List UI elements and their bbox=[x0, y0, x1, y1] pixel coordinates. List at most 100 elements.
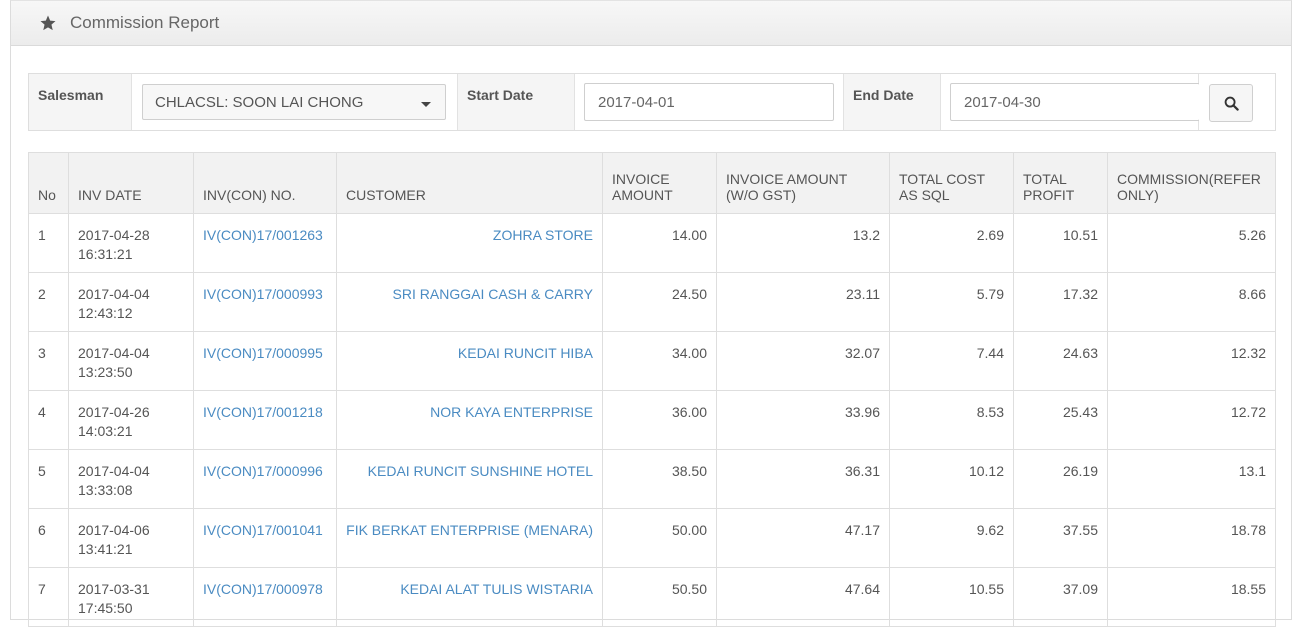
start-date-input[interactable]: 2017-04-01 bbox=[584, 83, 834, 121]
cell-commission: 18.78 bbox=[1107, 508, 1276, 568]
cell-date-time: 13:33:08 bbox=[78, 482, 133, 498]
col-total-profit-l1: TOTAL bbox=[1023, 171, 1067, 187]
cell-total-cost: 8.53 bbox=[889, 390, 1014, 450]
cell-total-cost: 5.79 bbox=[889, 272, 1014, 332]
inv-link[interactable]: IV(CON)17/000993 bbox=[193, 272, 337, 332]
salesman-select[interactable]: CHLACSL: SOON LAI CHONG bbox=[142, 84, 446, 120]
cell-no: 7 bbox=[28, 567, 69, 627]
cell-date: 2017-03-31 17:45:50 bbox=[68, 567, 194, 627]
table-row: 2 2017-04-04 12:43:12 IV(CON)17/000993 SR… bbox=[28, 272, 1276, 332]
cell-total-cost: 10.55 bbox=[889, 567, 1014, 627]
col-customer[interactable]: CUSTOMER bbox=[336, 152, 603, 214]
salesman-select-value: CHLACSL: SOON LAI CHONG bbox=[155, 94, 364, 111]
col-invoice-amount-wo-gst[interactable]: INVOICE AMOUNT (W/O GST) bbox=[716, 152, 890, 214]
salesman-label: Salesman bbox=[29, 74, 132, 130]
inv-link[interactable]: IV(CON)17/000978 bbox=[193, 567, 337, 627]
search-icon bbox=[1224, 96, 1239, 111]
cell-invoice-amount-wo-gst: 47.17 bbox=[716, 508, 890, 568]
cell-total-profit: 26.19 bbox=[1013, 449, 1108, 509]
cell-date-time: 17:45:50 bbox=[78, 600, 133, 616]
cell-invoice-amount: 50.00 bbox=[602, 508, 717, 568]
cell-invoice-amount: 34.00 bbox=[602, 331, 717, 391]
cell-date-time: 14:03:21 bbox=[78, 423, 133, 439]
filter-bar: Salesman CHLACSL: SOON LAI CHONG Start D… bbox=[28, 73, 1276, 131]
col-no[interactable]: No bbox=[28, 152, 69, 214]
table-row: 1 2017-04-28 16:31:21 IV(CON)17/001263 ZO… bbox=[28, 213, 1276, 273]
chevron-down-icon bbox=[421, 102, 431, 107]
customer-link[interactable]: NOR KAYA ENTERPRISE bbox=[336, 390, 603, 450]
cell-date-day: 2017-03-31 bbox=[78, 581, 150, 597]
table-body: 1 2017-04-28 16:31:21 IV(CON)17/001263 ZO… bbox=[28, 213, 1276, 627]
cell-date: 2017-04-04 13:33:08 bbox=[68, 449, 194, 509]
inv-link[interactable]: IV(CON)17/001041 bbox=[193, 508, 337, 568]
cell-date-time: 13:23:50 bbox=[78, 364, 133, 380]
search-cell bbox=[1199, 74, 1275, 130]
inv-link[interactable]: IV(CON)17/000996 bbox=[193, 449, 337, 509]
customer-link[interactable]: FIK BERKAT ENTERPRISE (MENARA) bbox=[336, 508, 603, 568]
cell-no: 5 bbox=[28, 449, 69, 509]
cell-commission: 5.26 bbox=[1107, 213, 1276, 273]
inv-link[interactable]: IV(CON)17/001263 bbox=[193, 213, 337, 273]
search-button[interactable] bbox=[1209, 84, 1253, 122]
cell-invoice-amount: 36.00 bbox=[602, 390, 717, 450]
cell-total-profit: 37.09 bbox=[1013, 567, 1108, 627]
cell-date: 2017-04-04 12:43:12 bbox=[68, 272, 194, 332]
table-row: 7 2017-03-31 17:45:50 IV(CON)17/000978 KE… bbox=[28, 567, 1276, 627]
cell-total-profit: 24.63 bbox=[1013, 331, 1108, 391]
end-date-input[interactable]: 2017-04-30 bbox=[950, 83, 1200, 121]
cell-invoice-amount-wo-gst: 47.64 bbox=[716, 567, 890, 627]
cell-date-day: 2017-04-04 bbox=[78, 345, 150, 361]
col-inv-no[interactable]: INV(CON) NO. bbox=[193, 152, 337, 214]
col-total-cost-l1: TOTAL COST bbox=[899, 171, 986, 187]
col-total-cost-l2: AS SQL bbox=[899, 187, 950, 203]
inv-link[interactable]: IV(CON)17/001218 bbox=[193, 390, 337, 450]
commission-table: No INV DATE INV(CON) NO. CUSTOMER INVOIC… bbox=[28, 152, 1276, 627]
cell-date: 2017-04-04 13:23:50 bbox=[68, 331, 194, 391]
customer-link[interactable]: SRI RANGGAI CASH & CARRY bbox=[336, 272, 603, 332]
table-row: 6 2017-04-06 13:41:21 IV(CON)17/001041 FI… bbox=[28, 508, 1276, 568]
cell-invoice-amount: 24.50 bbox=[602, 272, 717, 332]
cell-commission: 8.66 bbox=[1107, 272, 1276, 332]
start-date-label: Start Date bbox=[458, 74, 575, 130]
col-total-cost[interactable]: TOTAL COST AS SQL bbox=[889, 152, 1014, 214]
col-inv-date[interactable]: INV DATE bbox=[68, 152, 194, 214]
star-icon bbox=[40, 15, 56, 31]
col-commission[interactable]: COMMISSION(REFER ONLY) bbox=[1107, 152, 1276, 214]
cell-date-day: 2017-04-26 bbox=[78, 404, 150, 420]
page-title: Commission Report bbox=[70, 13, 220, 32]
col-invoice-amount[interactable]: INVOICE AMOUNT bbox=[602, 152, 717, 214]
inv-link[interactable]: IV(CON)17/000995 bbox=[193, 331, 337, 391]
cell-invoice-amount: 50.50 bbox=[602, 567, 717, 627]
cell-total-cost: 9.62 bbox=[889, 508, 1014, 568]
cell-date-day: 2017-04-04 bbox=[78, 463, 150, 479]
cell-no: 1 bbox=[28, 213, 69, 273]
cell-invoice-amount: 14.00 bbox=[602, 213, 717, 273]
cell-no: 3 bbox=[28, 331, 69, 391]
cell-commission: 18.55 bbox=[1107, 567, 1276, 627]
table-row: 5 2017-04-04 13:33:08 IV(CON)17/000996 KE… bbox=[28, 449, 1276, 509]
cell-date: 2017-04-26 14:03:21 bbox=[68, 390, 194, 450]
cell-invoice-amount-wo-gst: 23.11 bbox=[716, 272, 890, 332]
col-invoice-amount-l1: INVOICE bbox=[612, 171, 670, 187]
customer-link[interactable]: KEDAI ALAT TULIS WISTARIA bbox=[336, 567, 603, 627]
start-date-cell: 2017-04-01 bbox=[575, 74, 844, 130]
customer-link[interactable]: ZOHRA STORE bbox=[336, 213, 603, 273]
customer-link[interactable]: KEDAI RUNCIT SUNSHINE HOTEL bbox=[336, 449, 603, 509]
cell-invoice-amount-wo-gst: 32.07 bbox=[716, 331, 890, 391]
cell-commission: 12.72 bbox=[1107, 390, 1276, 450]
customer-link[interactable]: KEDAI RUNCIT HIBA bbox=[336, 331, 603, 391]
cell-total-profit: 37.55 bbox=[1013, 508, 1108, 568]
cell-date-day: 2017-04-06 bbox=[78, 522, 150, 538]
commission-report-panel: Commission Report Salesman CHLACSL: SOON… bbox=[10, 0, 1292, 627]
table-row: 3 2017-04-04 13:23:50 IV(CON)17/000995 KE… bbox=[28, 331, 1276, 391]
cell-date-time: 13:41:21 bbox=[78, 541, 133, 557]
end-date-cell: 2017-04-30 bbox=[941, 74, 1200, 130]
col-total-profit[interactable]: TOTAL PROFIT bbox=[1013, 152, 1108, 214]
cell-date-day: 2017-04-28 bbox=[78, 227, 150, 243]
col-commission-l2: ONLY) bbox=[1117, 187, 1159, 203]
cell-invoice-amount-wo-gst: 36.31 bbox=[716, 449, 890, 509]
col-invoice-amount-wo-gst-l2: (W/O GST) bbox=[726, 187, 796, 203]
cell-invoice-amount-wo-gst: 13.2 bbox=[716, 213, 890, 273]
cell-date-time: 12:43:12 bbox=[78, 305, 133, 321]
cell-commission: 13.1 bbox=[1107, 449, 1276, 509]
